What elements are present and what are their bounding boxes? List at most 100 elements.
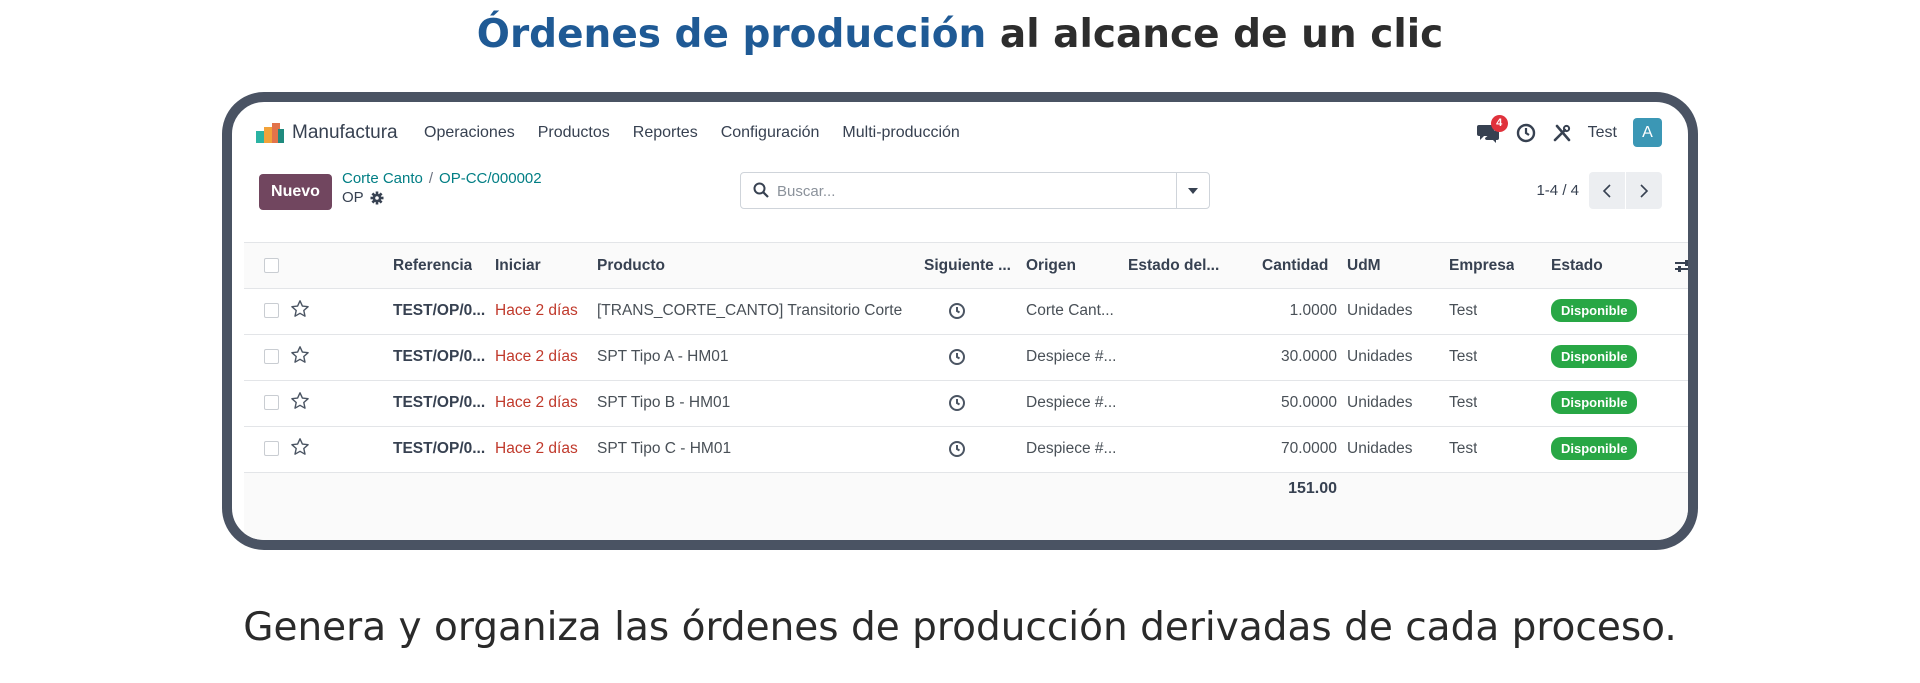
- breadcrumb-separator: /: [428, 170, 434, 187]
- cell-cantidad: 1.0000: [1289, 302, 1337, 319]
- pager: 1-4 / 4: [1536, 172, 1662, 209]
- column-header-cantidad[interactable]: Cantidad: [1262, 257, 1328, 275]
- pager-next-button[interactable]: [1626, 172, 1662, 209]
- row-checkbox[interactable]: [264, 349, 279, 364]
- message-count-badge: 4: [1490, 114, 1508, 132]
- column-header-estado[interactable]: Estado: [1551, 257, 1603, 275]
- cell-referencia: TEST/OP/0...: [393, 394, 486, 411]
- column-header-udm[interactable]: UdM: [1347, 257, 1381, 275]
- breadcrumb-item-corte-canto[interactable]: Corte Canto: [342, 170, 423, 187]
- star-icon[interactable]: [290, 299, 310, 319]
- activity-clock-icon[interactable]: [948, 348, 966, 366]
- menu-item-productos[interactable]: Productos: [538, 124, 610, 142]
- cell-origen: Despiece #...: [1026, 440, 1117, 457]
- cell-origen: Despiece #...: [1026, 348, 1117, 365]
- main-menu: Operaciones Productos Reportes Configura…: [424, 124, 960, 142]
- cell-cantidad: 50.0000: [1280, 394, 1337, 411]
- control-panel: Nuevo Corte Canto / OP-CC/000002 OP Busc…: [232, 162, 1688, 214]
- table-row[interactable]: TEST/OP/0... Hace 2 días SPT Tipo C - HM…: [244, 427, 1688, 473]
- row-checkbox[interactable]: [264, 441, 279, 456]
- status-badge: Disponible: [1551, 299, 1638, 322]
- menu-item-reportes[interactable]: Reportes: [633, 124, 698, 142]
- star-icon[interactable]: [290, 437, 310, 457]
- production-orders-table: Referencia Iniciar Producto Siguiente ..…: [244, 242, 1692, 540]
- company-switcher[interactable]: Test: [1588, 124, 1617, 142]
- new-button[interactable]: Nuevo: [259, 174, 332, 210]
- cell-udm: Unidades: [1347, 348, 1413, 365]
- headline: Órdenes de producción al alcance de un c…: [0, 12, 1920, 57]
- table-row[interactable]: TEST/OP/0... Hace 2 días SPT Tipo B - HM…: [244, 381, 1688, 427]
- cell-referencia: TEST/OP/0...: [393, 440, 486, 457]
- cell-udm: Unidades: [1347, 440, 1413, 457]
- navbar: Manufactura Operaciones Productos Report…: [232, 102, 1688, 162]
- optional-columns-toggle-icon[interactable]: [1674, 258, 1692, 274]
- activity-clock-icon[interactable]: [1516, 123, 1536, 143]
- tagline: Genera y organiza las órdenes de producc…: [243, 605, 1677, 650]
- cell-iniciar: Hace 2 días: [495, 394, 578, 411]
- cell-iniciar: Hace 2 días: [495, 302, 578, 319]
- activity-clock-icon[interactable]: [948, 302, 966, 320]
- cell-referencia: TEST/OP/0...: [393, 348, 486, 365]
- user-avatar[interactable]: A: [1633, 118, 1662, 147]
- star-icon[interactable]: [290, 345, 310, 365]
- cell-empresa: Test: [1449, 394, 1478, 411]
- app-name: Manufactura: [292, 122, 398, 143]
- menu-item-multi-produccion[interactable]: Multi-producción: [842, 124, 959, 142]
- column-header-origen[interactable]: Origen: [1026, 257, 1076, 275]
- table-header-row: Referencia Iniciar Producto Siguiente ..…: [244, 242, 1692, 289]
- cell-empresa: Test: [1449, 302, 1478, 319]
- pager-previous-button[interactable]: [1589, 172, 1625, 209]
- table-row[interactable]: TEST/OP/0... Hace 2 días SPT Tipo A - HM…: [244, 335, 1688, 381]
- pager-value[interactable]: 1-4 / 4: [1536, 182, 1579, 199]
- column-header-referencia[interactable]: Referencia: [393, 257, 472, 275]
- menu-item-operaciones[interactable]: Operaciones: [424, 124, 515, 142]
- column-header-producto[interactable]: Producto: [597, 257, 665, 275]
- quantity-total: 151.00: [1288, 480, 1337, 497]
- column-header-iniciar[interactable]: Iniciar: [495, 257, 541, 275]
- activity-clock-icon[interactable]: [948, 394, 966, 412]
- headline-rest: al alcance de un clic: [986, 12, 1444, 57]
- cell-iniciar: Hace 2 días: [495, 440, 578, 457]
- column-header-estado-del[interactable]: Estado del...: [1128, 257, 1219, 275]
- status-badge: Disponible: [1551, 391, 1638, 414]
- cell-iniciar: Hace 2 días: [495, 348, 578, 365]
- column-header-empresa[interactable]: Empresa: [1449, 257, 1514, 275]
- table-row[interactable]: TEST/OP/0... Hace 2 días [TRANS_CORTE_CA…: [244, 289, 1688, 335]
- cell-cantidad: 70.0000: [1280, 440, 1337, 457]
- cell-origen: Corte Cant...: [1026, 302, 1114, 319]
- gear-icon[interactable]: [370, 191, 384, 205]
- status-badge: Disponible: [1551, 345, 1638, 368]
- cell-producto: [TRANS_CORTE_CANTO] Transitorio Corte ..…: [597, 302, 907, 319]
- page-title: OP: [342, 189, 364, 206]
- cell-referencia: TEST/OP/0...: [393, 302, 486, 319]
- messaging-button[interactable]: 4: [1476, 114, 1508, 144]
- cell-cantidad: 30.0000: [1280, 348, 1337, 365]
- chevron-right-icon: [1640, 183, 1649, 198]
- chevron-left-icon: [1602, 183, 1611, 198]
- cell-udm: Unidades: [1347, 394, 1413, 411]
- current-view-title: OP: [342, 189, 384, 206]
- search-icon: [753, 182, 769, 198]
- search-options-toggle[interactable]: [1176, 173, 1209, 208]
- tools-icon[interactable]: [1552, 123, 1572, 143]
- status-badge: Disponible: [1551, 437, 1638, 460]
- breadcrumb-item-order[interactable]: OP-CC/000002: [439, 170, 542, 187]
- cell-empresa: Test: [1449, 440, 1478, 457]
- cell-udm: Unidades: [1347, 302, 1413, 319]
- column-header-siguiente[interactable]: Siguiente ...: [924, 257, 1011, 275]
- menu-item-configuracion[interactable]: Configuración: [721, 124, 820, 142]
- caret-down-icon: [1188, 187, 1198, 194]
- breadcrumb: Corte Canto / OP-CC/000002: [342, 170, 542, 187]
- activity-clock-icon[interactable]: [948, 440, 966, 458]
- search-box: [740, 172, 1210, 209]
- row-checkbox[interactable]: [264, 395, 279, 410]
- app-brand[interactable]: Manufactura: [256, 122, 398, 144]
- headline-accent: Órdenes de producción: [476, 12, 987, 57]
- select-all-checkbox[interactable]: [264, 258, 279, 273]
- row-checkbox[interactable]: [264, 303, 279, 318]
- cell-empresa: Test: [1449, 348, 1478, 365]
- search-input[interactable]: [777, 180, 1157, 202]
- star-icon[interactable]: [290, 391, 310, 411]
- cell-producto: SPT Tipo A - HM01: [597, 348, 729, 365]
- cell-origen: Despiece #...: [1026, 394, 1117, 411]
